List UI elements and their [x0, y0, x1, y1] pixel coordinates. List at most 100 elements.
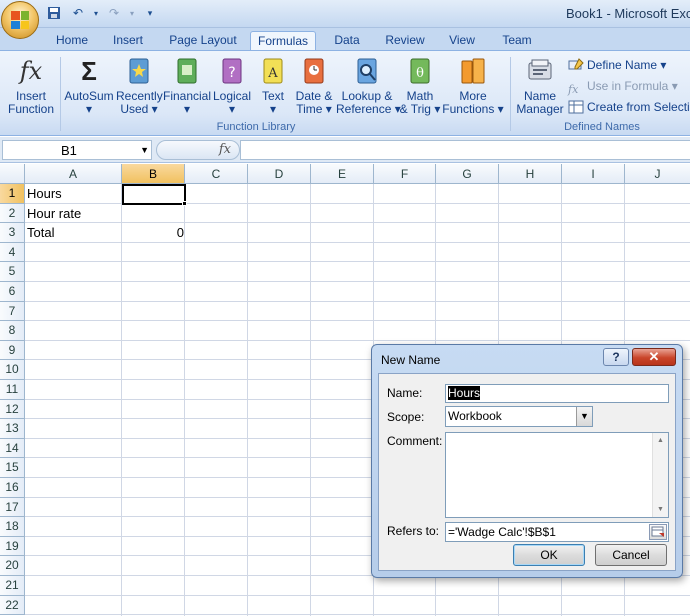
- name-box-value: B1: [61, 143, 77, 158]
- book-money-icon: [177, 58, 197, 84]
- tab-formulas[interactable]: Formulas: [250, 31, 316, 50]
- redo-dropdown-icon[interactable]: ▾: [128, 4, 136, 22]
- undo-dropdown-icon[interactable]: ▾: [92, 4, 100, 22]
- row-header-8[interactable]: 8: [0, 321, 25, 341]
- row-header-16[interactable]: 16: [0, 478, 25, 498]
- help-icon[interactable]: ?: [603, 348, 629, 366]
- row-header-13[interactable]: 13: [0, 419, 25, 439]
- redo-icon[interactable]: ↷: [104, 4, 124, 22]
- cell-a2[interactable]: Hour rate: [25, 204, 83, 223]
- cell-a3[interactable]: Total: [25, 223, 56, 242]
- tab-insert[interactable]: Insert: [104, 31, 152, 50]
- recently-used-button[interactable]: Recently Used ▾: [116, 55, 163, 117]
- row-header-19[interactable]: 19: [0, 536, 25, 557]
- chevron-down-icon[interactable]: ▼: [140, 145, 149, 155]
- refers-to-field[interactable]: ='Wadge Calc'!$B$1: [445, 522, 669, 542]
- tab-team[interactable]: Team: [495, 31, 539, 50]
- row-header-10[interactable]: 10: [0, 360, 25, 380]
- row-header-21[interactable]: 21: [0, 576, 25, 596]
- formula-input[interactable]: [240, 140, 690, 160]
- cell-b3[interactable]: 0: [122, 223, 186, 242]
- row-header-5[interactable]: 5: [0, 262, 25, 282]
- name-manager-button[interactable]: Name Manager: [514, 55, 566, 117]
- cancel-button[interactable]: Cancel: [595, 544, 667, 566]
- fill-handle[interactable]: [182, 201, 187, 206]
- lookup-reference-button[interactable]: Lookup & Reference ▾: [336, 55, 401, 117]
- window-title: Book1 - Microsoft Excel: [566, 6, 690, 21]
- row-header-7[interactable]: 7: [0, 301, 25, 322]
- name-field[interactable]: Hours: [445, 384, 669, 403]
- undo-icon[interactable]: ↶: [68, 4, 88, 22]
- name-box[interactable]: B1 ▼: [2, 140, 152, 160]
- column-header-j[interactable]: J: [625, 164, 690, 184]
- tab-data[interactable]: Data: [327, 31, 367, 50]
- autosum-button[interactable]: Σ AutoSum ▾: [64, 55, 114, 117]
- row-header-22[interactable]: 22: [0, 595, 25, 616]
- tab-home[interactable]: Home: [50, 31, 94, 50]
- scope-select[interactable]: Workbook ▼: [445, 406, 593, 427]
- row-header-17[interactable]: 17: [0, 497, 25, 518]
- row-header-11[interactable]: 11: [0, 380, 25, 400]
- column-header-i[interactable]: I: [562, 164, 625, 184]
- logical-button[interactable]: ? Logical ▾: [212, 55, 252, 117]
- use-in-formula-button[interactable]: fx Use in Formula ▾: [568, 77, 678, 96]
- comment-scrollbar[interactable]: ▲ ▼: [652, 433, 668, 517]
- row-header-2[interactable]: 2: [0, 203, 25, 224]
- column-header-f[interactable]: F: [374, 164, 436, 184]
- date-time-button[interactable]: Date & Time ▾: [293, 55, 335, 117]
- formula-bar: B1 ▼ fx: [0, 137, 690, 163]
- row-header-20[interactable]: 20: [0, 556, 25, 576]
- ribbon-separator: [60, 57, 61, 131]
- refers-to-value: ='Wadge Calc'!$B$1: [448, 525, 556, 539]
- close-icon[interactable]: ✕: [632, 348, 676, 366]
- row-header-12[interactable]: 12: [0, 399, 25, 420]
- ok-button[interactable]: OK: [513, 544, 585, 566]
- book-text-icon: A: [263, 58, 283, 84]
- tab-review[interactable]: Review: [380, 31, 430, 50]
- row-header-6[interactable]: 6: [0, 282, 25, 302]
- ribbon-tabs: Home Insert Page Layout Formulas Data Re…: [0, 28, 690, 50]
- column-header-e[interactable]: E: [311, 164, 374, 184]
- math-trig-button[interactable]: θ Math & Trig ▾: [398, 55, 442, 117]
- column-header-d[interactable]: D: [248, 164, 311, 184]
- text-button[interactable]: A Text ▾: [256, 55, 290, 117]
- more-functions-button[interactable]: More Functions ▾: [442, 55, 504, 117]
- select-all-corner[interactable]: [0, 164, 25, 184]
- insert-function-button[interactable]: fx Insert Function: [4, 55, 58, 117]
- column-header-g[interactable]: G: [436, 164, 499, 184]
- column-header-h[interactable]: H: [499, 164, 562, 184]
- row-header-4[interactable]: 4: [0, 242, 25, 263]
- insert-function-formula-button[interactable]: fx: [156, 140, 240, 160]
- create-from-selection-button[interactable]: Create from Selection: [568, 98, 690, 116]
- row-header-3[interactable]: 3: [0, 223, 25, 243]
- row-header-18[interactable]: 18: [0, 517, 25, 537]
- column-header-b[interactable]: B: [122, 164, 185, 184]
- comment-textarea[interactable]: ▲ ▼: [445, 432, 669, 518]
- tab-page-layout[interactable]: Page Layout: [165, 31, 241, 50]
- create-from-selection-icon: [568, 100, 584, 114]
- row-header-14[interactable]: 14: [0, 438, 25, 459]
- scroll-up-icon[interactable]: ▲: [653, 433, 668, 448]
- customize-qat-icon[interactable]: ▾: [140, 4, 160, 22]
- row-header-1[interactable]: 1: [0, 184, 25, 204]
- name-manager-icon: [528, 59, 552, 80]
- financial-button[interactable]: Financial ▾: [163, 55, 211, 117]
- book-question-icon: ?: [222, 58, 242, 84]
- collapse-dialog-icon[interactable]: [649, 524, 667, 540]
- save-icon[interactable]: [44, 4, 64, 22]
- svg-text:?: ?: [228, 65, 235, 81]
- office-button[interactable]: [1, 1, 39, 39]
- cell-a1[interactable]: Hours: [25, 184, 64, 203]
- ribbon: fx Insert Function Σ AutoSum ▾ Recently …: [0, 50, 690, 136]
- tab-view[interactable]: View: [441, 31, 483, 50]
- ribbon-separator: [510, 57, 511, 131]
- grid-row-line: [25, 614, 690, 616]
- column-header-c[interactable]: C: [185, 164, 248, 184]
- define-name-button[interactable]: Define Name ▾: [568, 56, 666, 74]
- books-stack-icon: [461, 58, 485, 84]
- column-header-a[interactable]: A: [25, 164, 122, 184]
- row-header-15[interactable]: 15: [0, 458, 25, 478]
- chevron-down-icon[interactable]: ▼: [576, 407, 592, 426]
- row-header-9[interactable]: 9: [0, 340, 25, 361]
- scroll-down-icon[interactable]: ▼: [653, 502, 668, 517]
